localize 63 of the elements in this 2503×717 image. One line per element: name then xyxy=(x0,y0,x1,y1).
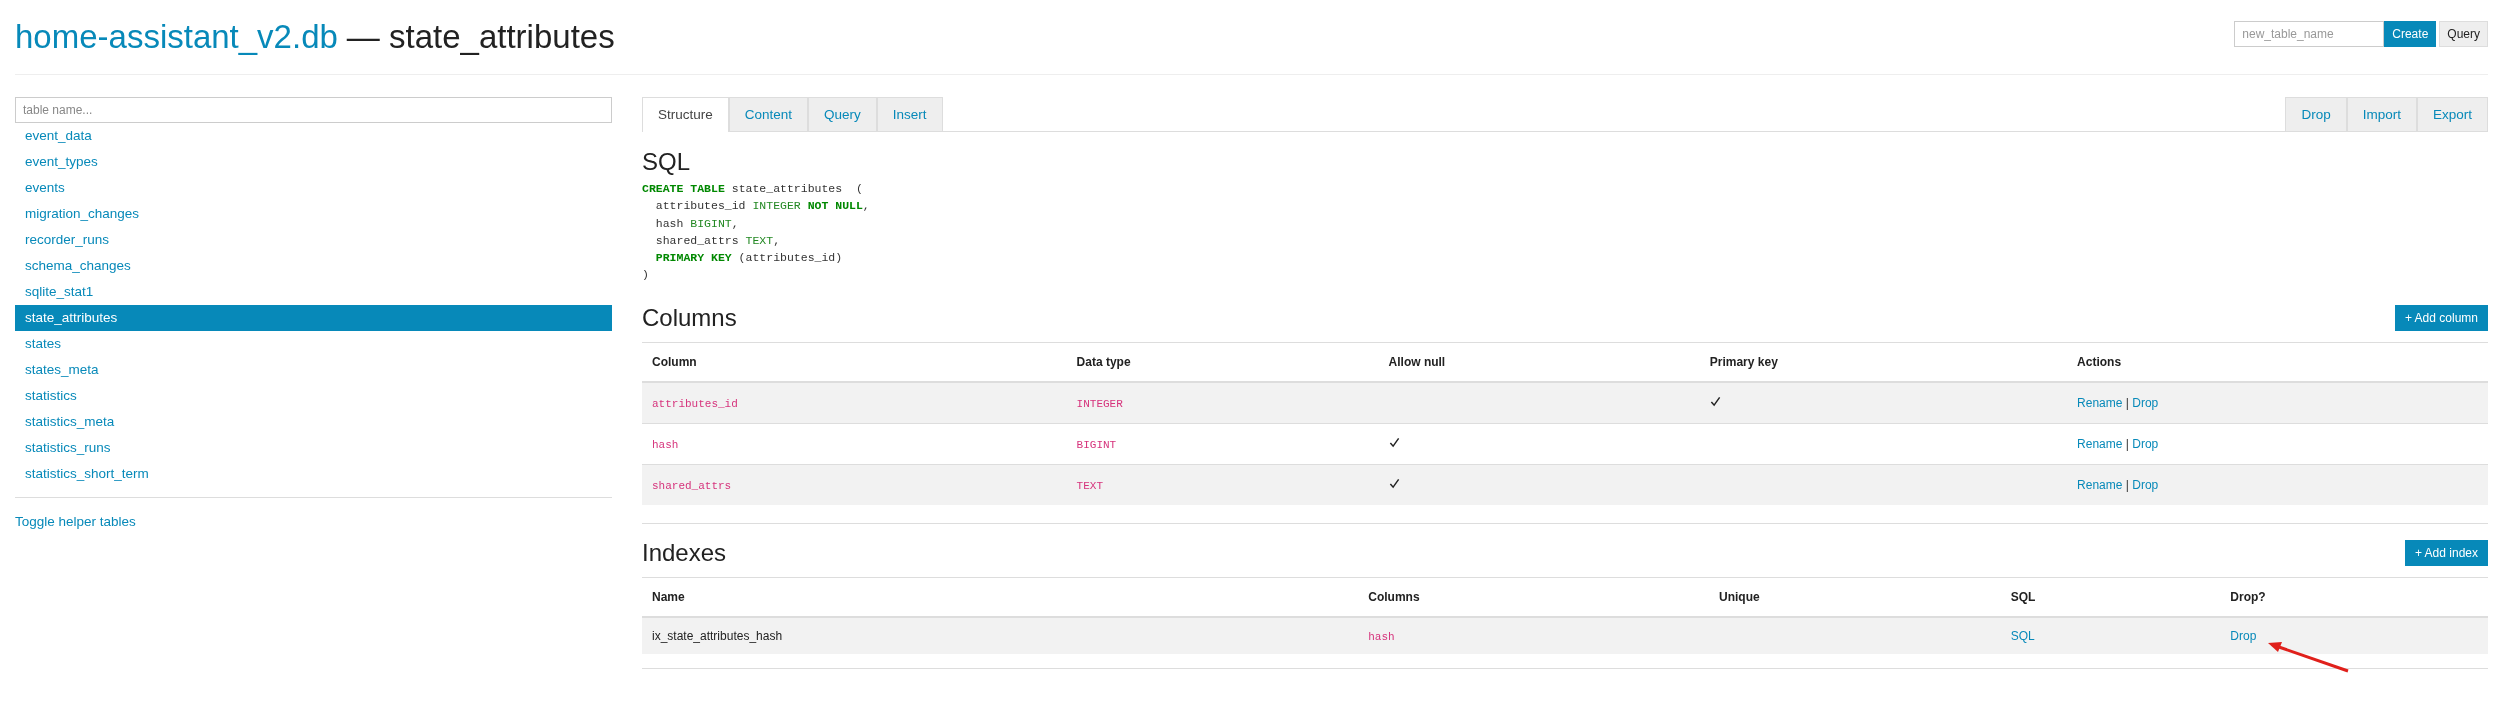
table-search-field[interactable]: table name... xyxy=(15,97,612,123)
section-heading: Indexes xyxy=(642,538,727,567)
add-column-button[interactable]: + Add column xyxy=(2394,304,2488,331)
table-list-item[interactable]: event_data xyxy=(15,123,612,149)
table-list-item[interactable]: events xyxy=(15,175,612,201)
index-column: hash xyxy=(1368,630,1395,643)
section-heading: SQL xyxy=(642,148,692,176)
toggle-helper-tables-link[interactable]: Toggle helper tables xyxy=(15,514,136,529)
sql-code-text: CREATE TABLE state_attributes ( attributes_id INTEGER NOT NULL, hash BIGINT, shared_attrs TEXT, PRIMARY KEY (attributes_id) ) xyxy=(642,181,871,284)
column-name: hash xyxy=(652,438,679,451)
tab[interactable]: Structure xyxy=(642,97,729,132)
table-list-item[interactable]: sqlite_stat1 xyxy=(15,279,612,305)
separator-text: | xyxy=(2125,436,2129,451)
create-button[interactable]: Create xyxy=(2384,21,2437,47)
rename-link[interactable]: Rename xyxy=(2077,477,2123,492)
table-list-item[interactable]: migration_changes xyxy=(15,201,612,227)
new-table-name-field[interactable]: new_table_name xyxy=(2234,21,2385,47)
data-type: INTEGER xyxy=(1076,397,1123,410)
tab[interactable]: Content xyxy=(728,97,809,131)
drop-link[interactable]: Drop xyxy=(2132,477,2159,492)
data-type: BIGINT xyxy=(1076,438,1117,451)
column-header: Data type xyxy=(1066,342,1379,382)
separator-text: | xyxy=(2125,395,2129,410)
sql-link[interactable]: SQL xyxy=(2010,628,2035,643)
column-name: shared_attrs xyxy=(652,479,732,492)
drop-link[interactable]: Drop xyxy=(2132,436,2159,451)
query-button[interactable]: Query xyxy=(2439,21,2488,47)
database-link[interactable]: home-assistant_v2.db xyxy=(15,18,338,56)
table-list-item[interactable]: states_meta xyxy=(15,357,612,383)
column-header: Allow null xyxy=(1378,342,1700,382)
column-header: SQL xyxy=(2000,577,2221,617)
column-header: Column xyxy=(642,342,1067,382)
rename-link[interactable]: Rename xyxy=(2077,395,2123,410)
table-title: — state_attributes xyxy=(346,18,615,56)
table-action-tab[interactable]: Import xyxy=(2346,97,2417,131)
add-index-button[interactable]: + Add index xyxy=(2404,539,2488,566)
section-heading: Columns xyxy=(642,303,737,332)
separator-text: | xyxy=(2125,477,2129,492)
column-header: Name xyxy=(642,577,1359,617)
drop-link[interactable]: Drop xyxy=(2230,628,2257,643)
rename-link[interactable]: Rename xyxy=(2077,436,2123,451)
column-header: Drop? xyxy=(2220,577,2488,617)
column-header: Columns xyxy=(1358,577,1709,617)
table-action-tab[interactable]: Drop xyxy=(2285,97,2347,131)
column-header: Unique xyxy=(1708,577,2001,617)
table-list-item[interactable]: state_attributes xyxy=(15,305,612,331)
table-list-item[interactable]: schema_changes xyxy=(15,253,612,279)
table-list-item[interactable]: recorder_runs xyxy=(15,227,612,253)
table-list-item[interactable]: event_types xyxy=(15,149,612,175)
column-name: attributes_id xyxy=(652,397,738,410)
drop-link[interactable]: Drop xyxy=(2132,395,2159,410)
column-header: Primary key xyxy=(1699,342,2068,382)
table-action-tab[interactable]: Export xyxy=(2416,97,2488,131)
table-list-item[interactable]: statistics xyxy=(15,383,612,409)
data-type: TEXT xyxy=(1076,479,1103,492)
table-list-item[interactable]: states xyxy=(15,331,612,357)
index-name: ix_state_attributes_hash xyxy=(652,628,783,643)
table-list-item[interactable]: statistics_short_term xyxy=(15,461,612,487)
tab[interactable]: Query xyxy=(808,97,877,131)
column-header: Actions xyxy=(2067,342,2488,382)
tab[interactable]: Insert xyxy=(876,97,943,131)
table-list-item[interactable]: statistics_meta xyxy=(15,409,612,435)
table-list-item[interactable]: statistics_runs xyxy=(15,435,612,461)
